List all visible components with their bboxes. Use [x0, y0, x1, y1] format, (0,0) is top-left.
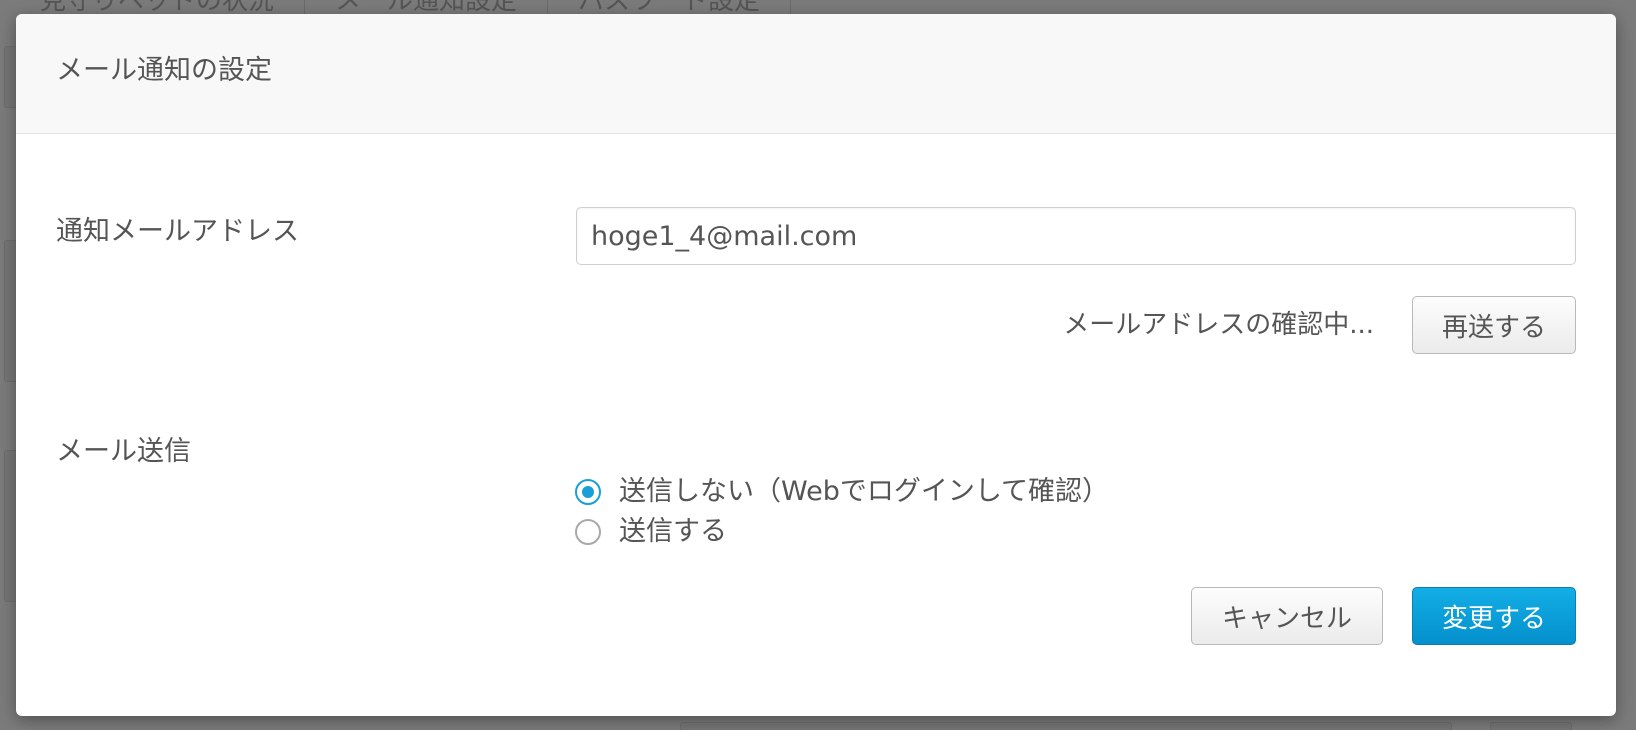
verification-status: メールアドレスの確認中... [1063, 310, 1374, 340]
cancel-button[interactable]: キャンセル [1191, 587, 1383, 645]
radio-option-no-send[interactable]: 送信しない（Webでログインして確認） [575, 474, 1109, 510]
background-panel [1490, 722, 1572, 730]
mail-send-label: メール送信 [56, 436, 191, 467]
radio-option-send[interactable]: 送信する [575, 514, 727, 550]
email-input[interactable] [576, 207, 1576, 265]
radio-send[interactable] [575, 519, 601, 545]
submit-button[interactable]: 変更する [1412, 587, 1576, 645]
dialog-title: メール通知の設定 [56, 55, 272, 86]
resend-button[interactable]: 再送する [1412, 296, 1576, 354]
radio-no-send[interactable] [575, 479, 601, 505]
radio-no-send-label[interactable]: 送信しない（Webでログインして確認） [619, 475, 1109, 509]
mail-notification-dialog: メール通知の設定 通知メールアドレス メールアドレスの確認中... 再送する メ… [16, 14, 1616, 716]
radio-send-label[interactable]: 送信する [619, 515, 727, 549]
email-label: 通知メールアドレス [56, 216, 299, 247]
background-panel [680, 722, 1452, 730]
dialog-header: メール通知の設定 [16, 14, 1616, 134]
